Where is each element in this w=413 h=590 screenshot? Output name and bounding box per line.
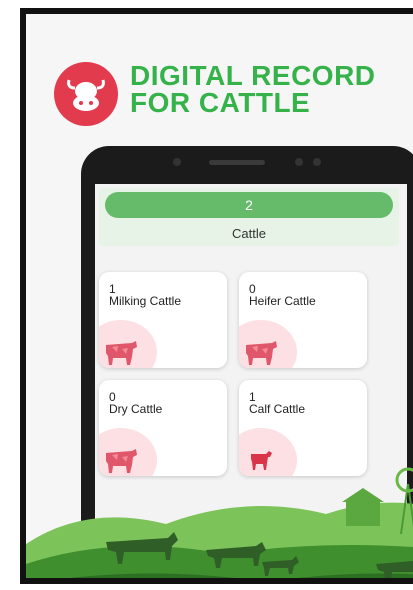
brand-title-line1: DIGITAL RECORD <box>130 60 376 91</box>
category-card-milking[interactable]: 1 Milking Cattle <box>99 272 227 368</box>
cow-icon <box>99 320 157 368</box>
promo-frame: DIGITAL RECORD FOR CATTLE 2 Cattle 1 Mil… <box>20 8 413 584</box>
category-label: Milking Cattle <box>109 294 182 308</box>
category-card-heifer[interactable]: 0 Heifer Cattle <box>239 272 367 368</box>
brand-header: DIGITAL RECORD FOR CATTLE <box>54 62 376 126</box>
brand-title-line2: FOR CATTLE <box>130 87 311 118</box>
brand-title: DIGITAL RECORD FOR CATTLE <box>130 60 376 118</box>
category-label: Heifer Cattle <box>249 294 316 308</box>
cow-logo-icon <box>54 62 118 126</box>
farm-landscape-illustration <box>26 467 413 578</box>
camera-icon <box>173 158 181 166</box>
total-cattle-label: Cattle <box>232 226 266 241</box>
category-label: Calf Cattle <box>249 402 306 416</box>
sensor-icon <box>313 158 321 166</box>
category-label: Dry Cattle <box>109 402 163 416</box>
cow-icon <box>239 320 297 368</box>
total-cattle-card[interactable]: 2 Cattle <box>99 188 399 246</box>
total-cattle-count: 2 <box>105 192 393 218</box>
speaker-grille <box>209 160 265 165</box>
sensor-icon <box>295 158 303 166</box>
